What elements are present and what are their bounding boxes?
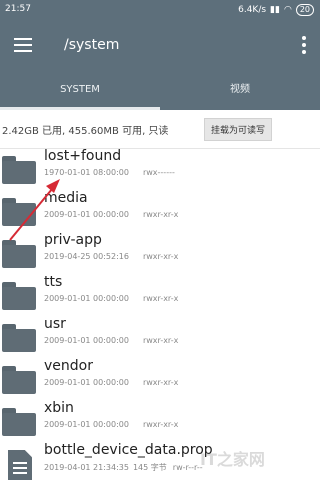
wifi-icon: ◠ bbox=[283, 5, 292, 15]
file-list: lost+found 1970-01-01 08:00:00 rwx------ … bbox=[0, 148, 320, 484]
file-date: 2019-04-25 00:52:16 bbox=[44, 252, 129, 261]
list-item[interactable]: media 2009-01-01 00:00:00 rwxr-xr-x bbox=[0, 190, 320, 232]
file-name: priv-app bbox=[44, 232, 102, 248]
file-meta: 2009-01-01 00:00:00 rwxr-xr-x bbox=[44, 336, 178, 345]
file-date: 2009-01-01 00:00:00 bbox=[44, 336, 129, 345]
status-icons: 6.4K/s ▮▮ ◠ 20 bbox=[238, 4, 314, 16]
file-meta: 2019-04-01 21:34:35 145 字节 rw-r--r-- bbox=[44, 462, 203, 473]
file-date: 2009-01-01 00:00:00 bbox=[44, 378, 129, 387]
more-options-icon[interactable] bbox=[302, 36, 306, 57]
file-meta: 2019-04-25 00:52:16 rwxr-xr-x bbox=[44, 252, 178, 261]
status-bar: 21:57 6.4K/s ▮▮ ◠ 20 bbox=[0, 0, 320, 20]
folder-icon bbox=[2, 366, 36, 394]
folder-icon bbox=[2, 156, 36, 184]
file-perms: rwxr-xr-x bbox=[142, 294, 179, 303]
file-name: tts bbox=[44, 274, 63, 290]
folder-icon bbox=[2, 408, 36, 436]
file-meta: 2009-01-01 00:00:00 rwxr-xr-x bbox=[44, 294, 178, 303]
signal-icon: ▮▮ bbox=[270, 5, 280, 15]
folder-icon bbox=[2, 324, 36, 352]
list-item[interactable]: bottle_device_data.prop 2019-04-01 21:34… bbox=[0, 442, 320, 484]
file-name: bottle_device_data.prop bbox=[44, 442, 213, 458]
folder-icon bbox=[2, 282, 36, 310]
folder-icon bbox=[2, 240, 36, 268]
list-item[interactable]: vendor 2009-01-01 00:00:00 rwxr-xr-x bbox=[0, 358, 320, 400]
tab-bar: SYSTEM 视频 bbox=[0, 72, 320, 110]
tab-system[interactable]: SYSTEM bbox=[0, 72, 160, 110]
status-time: 21:57 bbox=[5, 4, 31, 14]
network-speed: 6.4K/s bbox=[238, 5, 267, 15]
file-name: usr bbox=[44, 316, 66, 332]
page-title: /system bbox=[64, 37, 120, 53]
list-item[interactable]: priv-app 2019-04-25 00:52:16 rwxr-xr-x bbox=[0, 232, 320, 274]
file-name: lost+found bbox=[44, 148, 122, 164]
file-perms: rwxr-xr-x bbox=[142, 252, 179, 261]
storage-info-text: 2.42GB 已用, 455.60MB 可用, 只读 bbox=[2, 126, 169, 137]
battery-icon: 20 bbox=[295, 4, 314, 16]
file-meta: 2009-01-01 00:00:00 rwxr-xr-x bbox=[44, 210, 178, 219]
storage-info-bar: 2.42GB 已用, 455.60MB 可用, 只读 挂载为可读写 bbox=[0, 110, 320, 149]
mount-read-write-button[interactable]: 挂载为可读写 bbox=[203, 118, 272, 141]
file-date: 2019-04-01 21:34:35 bbox=[44, 463, 129, 472]
file-date: 2009-01-01 00:00:00 bbox=[44, 294, 129, 303]
list-item[interactable]: lost+found 1970-01-01 08:00:00 rwx------ bbox=[0, 148, 320, 190]
file-name: vendor bbox=[44, 358, 93, 374]
file-size: 145 字节 bbox=[132, 463, 167, 472]
file-icon bbox=[8, 450, 32, 480]
file-date: 2009-01-01 00:00:00 bbox=[44, 420, 129, 429]
file-meta: 2009-01-01 00:00:00 rwxr-xr-x bbox=[44, 420, 178, 429]
list-item[interactable]: xbin 2009-01-01 00:00:00 rwxr-xr-x bbox=[0, 400, 320, 442]
file-perms: rwxr-xr-x bbox=[142, 378, 179, 387]
list-item[interactable]: usr 2009-01-01 00:00:00 rwxr-xr-x bbox=[0, 316, 320, 358]
list-item[interactable]: tts 2009-01-01 00:00:00 rwxr-xr-x bbox=[0, 274, 320, 316]
file-meta: 1970-01-01 08:00:00 rwx------ bbox=[44, 168, 175, 177]
file-perms: rwxr-xr-x bbox=[142, 420, 179, 429]
hamburger-menu-icon[interactable] bbox=[14, 38, 32, 52]
file-perms: rwx------ bbox=[142, 168, 175, 177]
file-meta: 2009-01-01 00:00:00 rwxr-xr-x bbox=[44, 378, 178, 387]
file-perms: rwxr-xr-x bbox=[142, 336, 179, 345]
file-date: 1970-01-01 08:00:00 bbox=[44, 168, 129, 177]
file-name: xbin bbox=[44, 400, 74, 416]
folder-icon bbox=[2, 198, 36, 226]
tab-video[interactable]: 视频 bbox=[160, 72, 320, 110]
watermark: IT之家网 bbox=[200, 450, 265, 469]
file-date: 2009-01-01 00:00:00 bbox=[44, 210, 129, 219]
file-perms: rw-r--r-- bbox=[172, 463, 203, 472]
app-bar: /system bbox=[0, 20, 320, 72]
file-name: media bbox=[44, 190, 88, 206]
file-perms: rwxr-xr-x bbox=[142, 210, 179, 219]
